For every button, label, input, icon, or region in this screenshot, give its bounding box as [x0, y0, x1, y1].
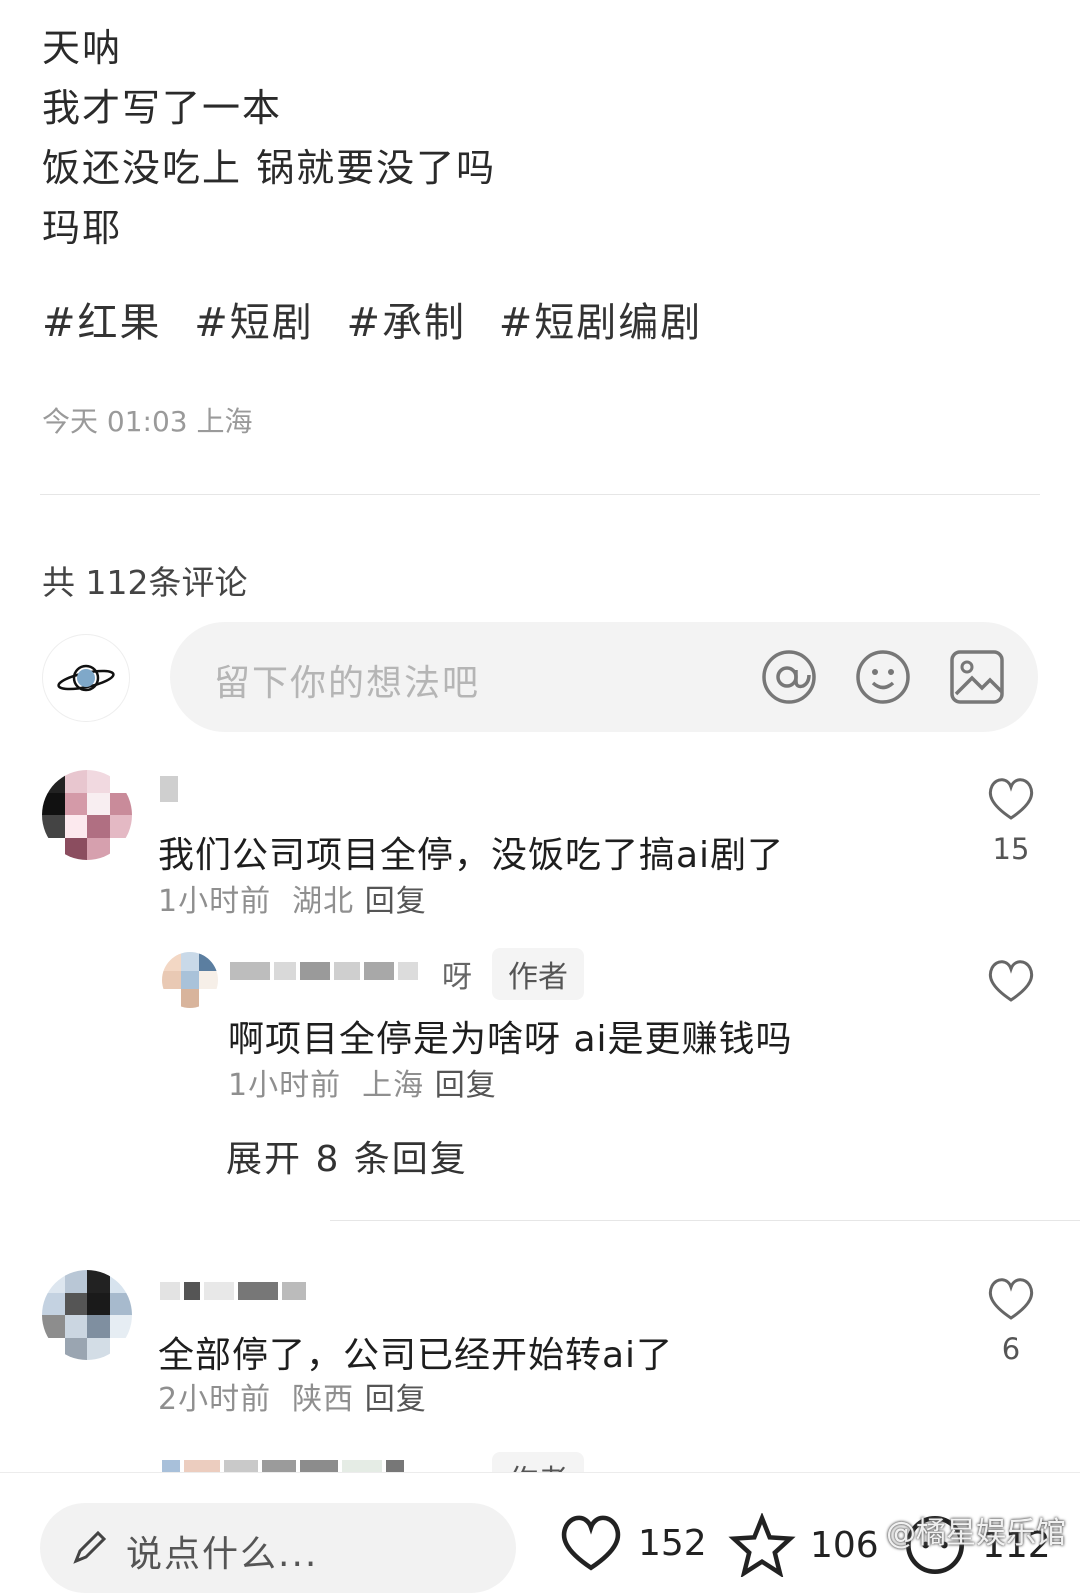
avatar[interactable]	[42, 770, 132, 860]
hashtag-list: #红果 #短剧 #承制 #短剧编剧	[42, 290, 720, 348]
post-text-line-3: 饭还没吃上 锅就要没了吗	[42, 146, 497, 190]
like-count: 6	[1001, 1332, 1021, 1366]
divider	[330, 1220, 1080, 1221]
reply-meta: 1小时前 上海 回复	[228, 1060, 497, 1104]
heart-icon	[988, 960, 1034, 1002]
say-something-label: 说点什么...	[126, 1534, 319, 1575]
reply-username-visible: 呀	[442, 960, 472, 995]
reply-button[interactable]: 回复	[365, 1382, 427, 1417]
planet-icon	[57, 664, 115, 692]
like-button[interactable]: 15	[981, 776, 1041, 866]
post-collect-count: 106	[810, 1524, 879, 1566]
my-avatar[interactable]	[42, 634, 130, 722]
hashtag[interactable]: #短剧	[194, 300, 314, 346]
hashtag[interactable]: #短剧编剧	[499, 300, 703, 346]
comment-meta: 1小时前 湖北 回复	[158, 876, 427, 920]
comment-count: 共 112条评论	[42, 563, 248, 602]
post-text-line-4: 玛耶	[42, 206, 123, 250]
post-meta: 今天 01:03 上海	[42, 405, 253, 438]
expand-replies-button[interactable]: 展开 8 条回复	[226, 1130, 468, 1182]
post-like-count: 152	[638, 1522, 707, 1564]
reply-location: 上海	[362, 1068, 425, 1103]
post-text-line-1: 天呐	[42, 26, 123, 70]
author-badge: 作者	[492, 948, 584, 1000]
comment-location: 陕西	[292, 1382, 355, 1417]
image-icon[interactable]	[948, 648, 1006, 706]
blurred-username[interactable]	[160, 1278, 306, 1304]
heart-icon	[988, 778, 1034, 820]
say-something-input[interactable]: 说点什么...	[40, 1503, 516, 1593]
hashtag[interactable]: #红果	[42, 300, 162, 346]
at-icon[interactable]	[760, 648, 818, 706]
like-button[interactable]: 6	[981, 1276, 1041, 1366]
comment-text: 我们公司项目全停，没饭吃了搞ai剧了	[158, 835, 785, 876]
blurred-username[interactable]	[160, 776, 178, 802]
comment-time: 2小时前	[158, 1382, 272, 1417]
avatar[interactable]	[42, 1270, 132, 1360]
reply-button[interactable]: 回复	[435, 1068, 497, 1103]
post-like-button[interactable]: 152	[556, 1513, 707, 1573]
pencil-icon	[73, 1530, 107, 1564]
emoji-icon[interactable]	[854, 648, 912, 706]
heart-icon	[988, 1278, 1034, 1320]
post-text-line-2: 我才写了一本	[42, 86, 283, 130]
blurred-username[interactable]	[230, 958, 418, 984]
comment-input-placeholder: 留下你的想法吧	[214, 663, 481, 704]
heart-icon	[561, 1515, 621, 1571]
divider	[40, 494, 1040, 495]
star-icon	[728, 1513, 796, 1577]
reply-button[interactable]: 回复	[365, 884, 427, 919]
comment-time: 1小时前	[158, 884, 272, 919]
like-count: 15	[992, 832, 1030, 866]
watermark: @橘星娱乐馆	[886, 1516, 1066, 1551]
reply-text: 啊项目全停是为啥呀 ai是更赚钱吗	[228, 1019, 793, 1060]
hashtag[interactable]: #承制	[346, 300, 466, 346]
comment-meta: 2小时前 陕西 回复	[158, 1374, 427, 1418]
like-button[interactable]	[981, 958, 1041, 1008]
comment-location: 湖北	[292, 884, 355, 919]
avatar[interactable]	[162, 952, 218, 1008]
comment-text: 全部停了，公司已经开始转ai了	[158, 1335, 674, 1376]
reply-time: 1小时前	[228, 1068, 342, 1103]
comment-input[interactable]: 留下你的想法吧	[170, 622, 1038, 732]
post-collect-button[interactable]: 106	[726, 1513, 879, 1577]
